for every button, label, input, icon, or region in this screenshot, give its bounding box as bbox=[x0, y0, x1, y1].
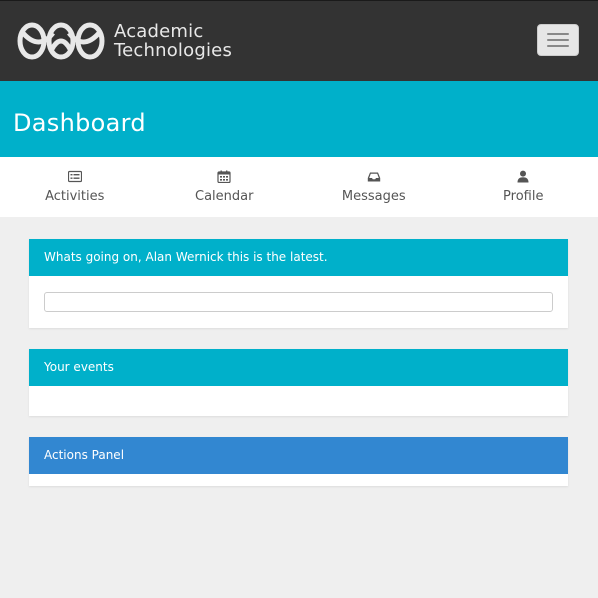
brand-name-line1: Academic bbox=[114, 21, 204, 42]
latest-panel: Whats going on, Alan Wernick this is the… bbox=[29, 239, 568, 328]
page-title: Dashboard bbox=[13, 109, 146, 137]
hamburger-bar-icon bbox=[547, 45, 569, 47]
tab-label: Calendar bbox=[195, 189, 254, 204]
page-title-band: Dashboard bbox=[0, 81, 598, 157]
events-panel-body bbox=[29, 386, 568, 416]
tab-activities[interactable]: Activities bbox=[0, 157, 150, 217]
list-icon bbox=[67, 170, 82, 183]
latest-panel-heading: Whats going on, Alan Wernick this is the… bbox=[29, 239, 568, 276]
brand-name-line2: Technologies bbox=[114, 40, 233, 61]
latest-input[interactable] bbox=[44, 292, 553, 312]
actions-panel-body bbox=[29, 474, 568, 486]
top-navbar: Academic Technologies bbox=[0, 0, 598, 81]
events-panel-heading: Your events bbox=[29, 349, 568, 386]
brand-logo[interactable]: Academic Technologies bbox=[17, 19, 232, 63]
dashboard-content: Whats going on, Alan Wernick this is the… bbox=[0, 217, 598, 486]
latest-panel-body bbox=[29, 276, 568, 328]
calendar-icon bbox=[217, 170, 231, 183]
tab-label: Profile bbox=[503, 189, 544, 204]
dashboard-tabbar: Activities Calendar Messages Profile bbox=[0, 157, 598, 217]
hamburger-bar-icon bbox=[547, 39, 569, 41]
user-icon bbox=[517, 170, 529, 183]
infinity-logo-icon bbox=[17, 22, 105, 60]
brand-name: Academic Technologies bbox=[114, 22, 232, 60]
actions-panel-heading[interactable]: Actions Panel bbox=[29, 437, 568, 474]
tab-calendar[interactable]: Calendar bbox=[150, 157, 300, 217]
actions-panel: Actions Panel bbox=[29, 437, 568, 486]
menu-toggle-button[interactable] bbox=[537, 24, 579, 56]
events-panel: Your events bbox=[29, 349, 568, 416]
inbox-icon bbox=[367, 172, 380, 182]
tab-messages[interactable]: Messages bbox=[299, 157, 449, 217]
hamburger-bar-icon bbox=[547, 33, 569, 35]
tab-label: Messages bbox=[341, 189, 406, 204]
tab-label: Activities bbox=[45, 189, 105, 204]
tab-profile[interactable]: Profile bbox=[449, 157, 598, 217]
